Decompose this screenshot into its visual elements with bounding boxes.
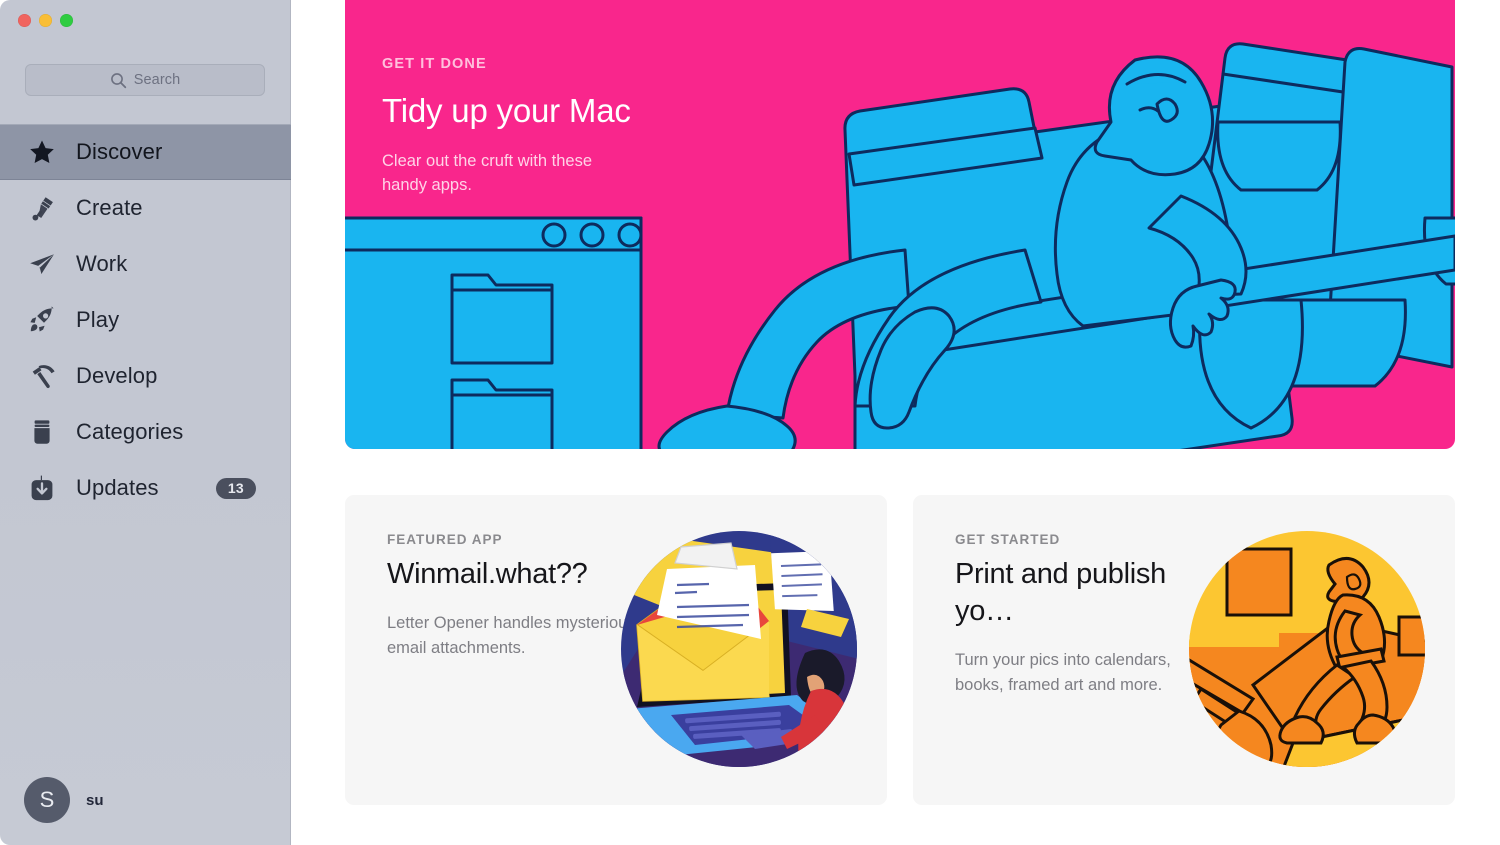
person-running-print-illustration (1187, 529, 1427, 769)
hero-title: Tidy up your Mac (382, 92, 631, 129)
featured-card-winmail[interactable]: FEATURED APP Winmail.what?? Letter Opene… (345, 495, 887, 805)
search-input[interactable]: Search (25, 64, 265, 96)
jar-icon (27, 417, 57, 447)
card-title: Winmail.what?? (387, 558, 588, 590)
close-window-button[interactable] (18, 14, 31, 27)
featured-card-print-publish[interactable]: GET STARTED Print and publish yo… Turn y… (913, 495, 1455, 805)
sidebar-item-play[interactable]: Play (0, 292, 291, 348)
minimize-window-button[interactable] (39, 14, 52, 27)
card-eyebrow: FEATURED APP (387, 532, 503, 547)
download-icon (27, 473, 57, 503)
card-text-block: GET STARTED Print and publish yo… Turn y… (955, 532, 1205, 698)
search-placeholder: Search (133, 72, 181, 88)
sidebar-item-label: Updates (76, 475, 159, 500)
account-row[interactable]: S su (0, 755, 291, 845)
sidebar-item-create[interactable]: Create (0, 180, 291, 236)
sidebar-item-work[interactable]: Work (0, 236, 291, 292)
sidebar: Search Discover Create Work Play Develop… (0, 0, 291, 845)
sidebar-nav-list: Discover Create Work Play Develop Catego… (0, 124, 291, 516)
main-content: GET IT DONE Tidy up your Mac Clear out t… (291, 0, 1500, 845)
paintbrush-icon (27, 193, 57, 223)
updates-count-badge: 13 (215, 477, 256, 499)
sidebar-item-develop[interactable]: Develop (0, 348, 291, 404)
sidebar-item-discover[interactable]: Discover (0, 124, 291, 180)
card-eyebrow: GET STARTED (955, 532, 1061, 547)
avatar: S (24, 777, 70, 823)
sidebar-item-categories[interactable]: Categories (0, 404, 291, 460)
sidebar-item-label: Categories (76, 419, 184, 444)
hero-eyebrow: GET IT DONE (382, 56, 487, 72)
hero-subtitle: Clear out the cruft with these handy app… (382, 152, 593, 195)
sidebar-item-label: Discover (76, 139, 163, 164)
featured-cards-row: FEATURED APP Winmail.what?? Letter Opene… (345, 495, 1455, 805)
sidebar-item-label: Play (76, 307, 120, 332)
sidebar-item-label: Develop (76, 363, 158, 388)
app-store-window: Search Discover Create Work Play Develop… (0, 0, 1500, 845)
star-icon (27, 137, 57, 167)
paperplane-icon (27, 249, 57, 279)
sidebar-item-updates[interactable]: Updates 13 (0, 460, 291, 516)
card-subtitle: Turn your pics into calendars, books, fr… (955, 651, 1171, 694)
card-subtitle: Letter Opener handles mysterious email a… (387, 614, 636, 657)
search-icon (110, 72, 127, 89)
rocket-icon (27, 305, 57, 335)
card-text-block: FEATURED APP Winmail.what?? Letter Opene… (387, 532, 637, 661)
card-title: Print and publish yo… (955, 558, 1166, 628)
sidebar-item-label: Create (76, 195, 143, 220)
account-name: su (86, 791, 104, 809)
hammer-icon (27, 361, 57, 391)
hero-text-block: GET IT DONE Tidy up your Mac Clear out t… (382, 56, 682, 198)
envelope-laptop-illustration (619, 529, 859, 769)
hero-banner[interactable]: GET IT DONE Tidy up your Mac Clear out t… (345, 0, 1455, 449)
window-traffic-lights (18, 14, 73, 27)
sidebar-item-label: Work (76, 251, 128, 276)
maximize-window-button[interactable] (60, 14, 73, 27)
